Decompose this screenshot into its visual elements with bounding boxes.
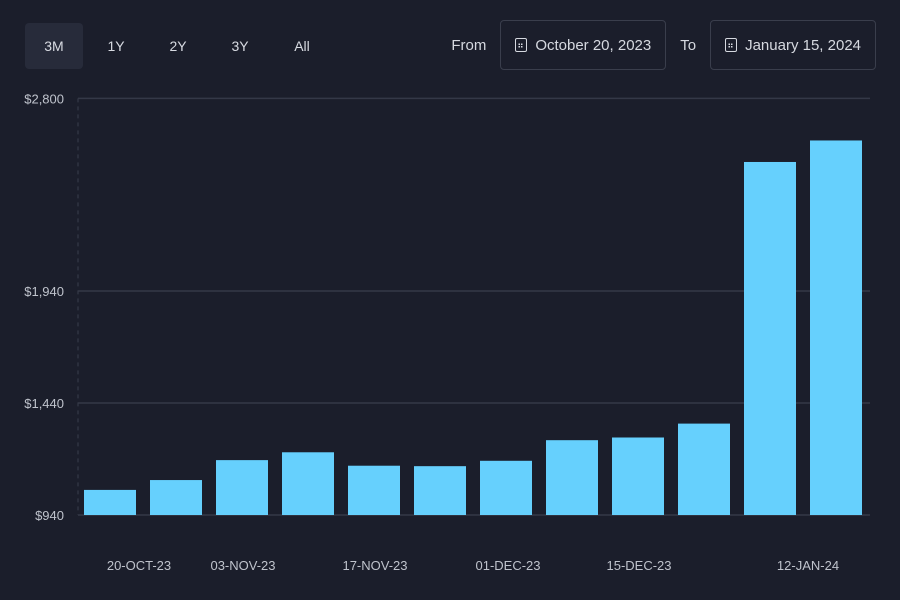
x-tick-label: 01-DEC-23	[475, 558, 540, 573]
y-tick-label: $1,440	[24, 396, 64, 411]
x-tick-label: 15-DEC-23	[606, 558, 671, 573]
bar	[678, 423, 730, 515]
y-tick-label: $1,940	[24, 284, 64, 299]
x-tick-label: 12-JAN-24	[777, 558, 839, 573]
bar	[282, 452, 334, 515]
bar	[546, 440, 598, 515]
bar	[348, 465, 400, 515]
bar	[612, 437, 664, 515]
y-tick-label: $940	[35, 508, 64, 523]
bar	[480, 460, 532, 515]
bar	[744, 161, 796, 515]
x-tick-label: 03-NOV-23	[210, 558, 275, 573]
x-tick-label: 20-OCT-23	[107, 558, 171, 573]
bar	[84, 489, 136, 515]
bar	[216, 460, 268, 515]
bar	[810, 140, 862, 516]
y-tick-label: $2,800	[24, 91, 64, 106]
bar	[150, 480, 202, 515]
bar	[414, 466, 466, 515]
bar-chart: $940 $1,440 $1,940 $2,800 20-OCT-23 03-NOV-23…	[24, 91, 870, 573]
x-tick-label: 17-NOV-23	[342, 558, 407, 573]
